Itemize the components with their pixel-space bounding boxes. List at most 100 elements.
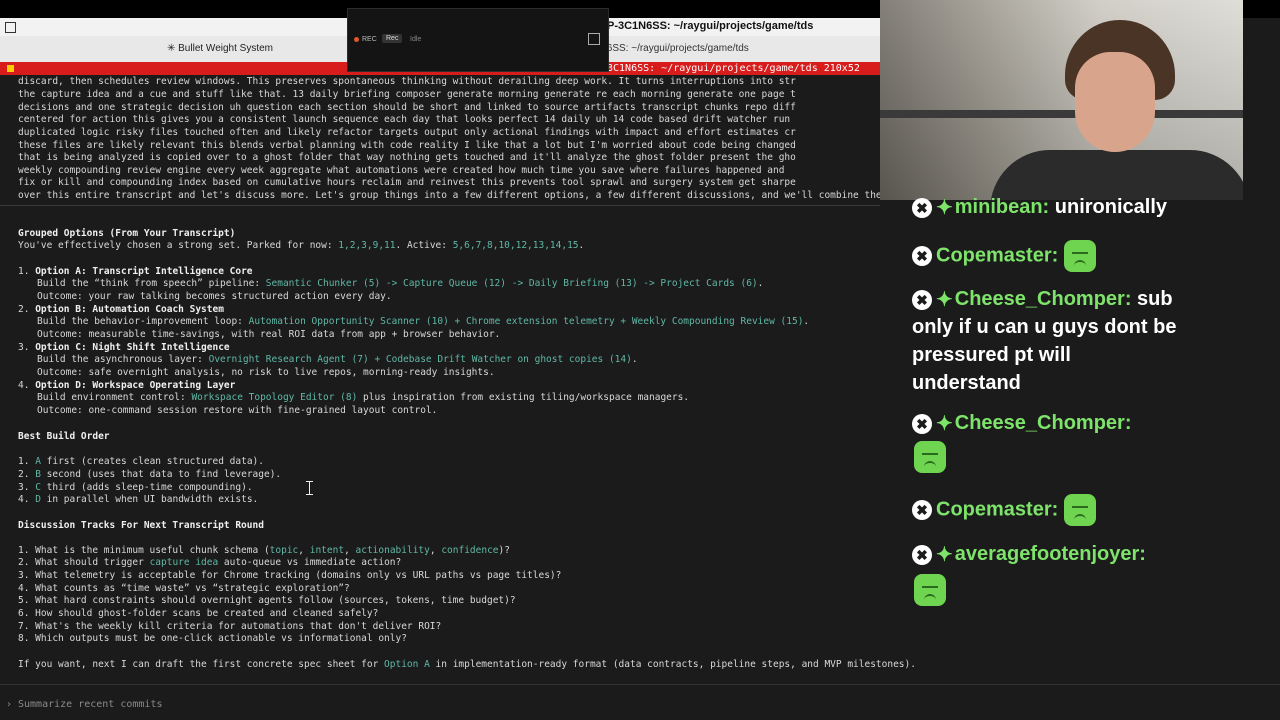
- window-menu-icon[interactable]: [5, 22, 16, 33]
- closing-highlight: Option A: [384, 659, 430, 670]
- rec-mode: Idle: [410, 36, 422, 43]
- active-list: 5,6,7,8,10,12,13,14,15: [452, 240, 579, 251]
- mod-badge-icon: ✖: [912, 413, 932, 434]
- build-text: .: [631, 354, 638, 365]
- option-b-title: Option B: Automation Coach System: [35, 304, 224, 315]
- transcript-line: these files are likely relevant this ble…: [18, 140, 796, 151]
- divider: [0, 205, 880, 206]
- intro-text: You've effectively chosen a strong set. …: [18, 240, 339, 251]
- chat-username: Cheese_Chomper:: [954, 411, 1132, 434]
- closing-text: If you want, next I can draft the first …: [18, 659, 385, 670]
- q-text: 2. What should trigger: [18, 557, 150, 568]
- option-title: 2. Option B: Automation Coach System: [18, 304, 224, 316]
- intro-text: . Active:: [395, 240, 453, 251]
- webcam-person-body: [990, 150, 1243, 200]
- build-text: Build the behavior-improvement loop:: [37, 316, 249, 327]
- mod-badge-icon: ✖: [912, 289, 932, 310]
- option-num: 2.: [18, 304, 30, 315]
- smile-emote-icon: [914, 441, 946, 473]
- discussion-item: 2. What should trigger capture idea auto…: [18, 557, 401, 569]
- build-text: .: [803, 316, 810, 327]
- chat-emote-row: [914, 441, 946, 473]
- rec-button[interactable]: Rec: [382, 34, 403, 43]
- option-title: 3. Option C: Night Shift Intelligence: [18, 342, 230, 354]
- option-outcome: Outcome: one-command session restore wit…: [37, 405, 438, 416]
- prompt-caret-icon: ›: [6, 699, 13, 710]
- build-order-heading: Best Build Order: [18, 431, 110, 442]
- discussion-item: 5. What hard constraints should overnigh…: [18, 595, 516, 606]
- chat-overlay: ✖ ✦ minibean: unironically ✖ Copemaster: ✖ ✦…: [880, 196, 1280, 684]
- session-indicator-icon: [7, 65, 14, 72]
- chat-message: ✖ Copemaster:: [912, 240, 1097, 272]
- chat-message: ✖ ✦ Cheese_Chomper:: [912, 411, 1131, 436]
- option-num: 1.: [18, 266, 30, 277]
- build-highlight: Semantic Chunker (5) -> Capture Queue (1…: [265, 278, 758, 289]
- chat-message: ✖ Copemaster:: [912, 494, 1097, 526]
- chat-emote-row: [914, 574, 946, 606]
- chat-message: ✖ ✦ minibean: unironically: [912, 195, 1167, 220]
- item-text: in parallel when UI bandwidth exists.: [40, 494, 259, 505]
- chat-username: Copemaster:: [936, 244, 1059, 267]
- item-text: third (adds sleep-time compounding).: [40, 482, 253, 493]
- build-highlight: Automation Opportunity Scanner (10) + Ch…: [248, 316, 804, 327]
- fullscreen-icon[interactable]: [588, 33, 600, 45]
- build-order-item: 3. C third (adds sleep-time compounding)…: [18, 482, 253, 494]
- window-title: P-3C1N6SS: ~/raygui/projects/game/tds: [607, 20, 814, 32]
- q-text: 1. What is the minimum useful chunk sche…: [18, 545, 270, 556]
- option-a-title: Option A: Transcript Intelligence Core: [35, 266, 253, 277]
- build-highlight: Overnight Research Agent (7) + Codebase …: [208, 354, 632, 365]
- chat-text: sub: [1137, 287, 1173, 310]
- item-num: 4.: [18, 494, 30, 505]
- transcript-line: that is being analyzed is copied over to…: [18, 152, 796, 163]
- discussion-item: 3. What telemetry is acceptable for Chro…: [18, 570, 562, 581]
- sub-star-icon: ✦: [936, 413, 953, 435]
- option-outcome: Outcome: your raw talking becomes struct…: [37, 291, 392, 302]
- item-num: 2.: [18, 469, 30, 480]
- option-num: 4.: [18, 380, 30, 391]
- prompt-input[interactable]: [16, 695, 620, 713]
- transcript-line: fix or kill and compounding index based …: [18, 177, 796, 188]
- mod-badge-icon: ✖: [912, 246, 932, 266]
- option-title: 4. Option D: Workspace Operating Layer: [18, 380, 235, 392]
- recorder-overlay: REC Rec Idle: [347, 8, 609, 72]
- q-text: auto-queue vs immediate action?: [218, 557, 402, 568]
- record-dot-icon: [354, 37, 359, 42]
- transcript-line: the capture idea and a cue and stuff lik…: [18, 89, 796, 100]
- parked-list: 1,2,3,9,11: [338, 240, 396, 251]
- build-text: plus inspiration from existing tiling/wo…: [357, 392, 690, 403]
- mod-badge-icon: ✖: [912, 197, 932, 218]
- transcript-line: duplicated logic risky files touched oft…: [18, 127, 796, 138]
- build-order-item: 1. A first (creates clean structured dat…: [18, 456, 264, 468]
- transcript-line: decisions and one strategic decision uh …: [18, 102, 796, 113]
- sad-emote-icon: [1064, 494, 1097, 526]
- chat-text-continued: only if u can u guys dont be: [912, 316, 1177, 338]
- webcam-person-face: [1075, 52, 1155, 152]
- q-text: )?: [498, 545, 510, 556]
- discussion-item: 6. How should ghost-folder scans be crea…: [18, 608, 379, 619]
- q-highlight: capture idea: [149, 557, 219, 568]
- build-order-item: 4. D in parallel when UI bandwidth exist…: [18, 494, 258, 506]
- build-text: Build the “think from speech” pipeline:: [37, 278, 266, 289]
- build-highlight: Workspace Topology Editor (8): [191, 392, 358, 403]
- closing-text: in implementation-ready format (data con…: [429, 659, 916, 670]
- item-num: 1.: [18, 456, 30, 467]
- discussion-item: 7. What's the weekly kill criteria for a…: [18, 621, 442, 632]
- intro-text: .: [578, 240, 585, 251]
- chat-username: Cheese_Chomper:: [954, 287, 1132, 310]
- q-highlight: actionability: [355, 545, 430, 556]
- grouped-heading: Grouped Options (From Your Transcript): [18, 228, 236, 239]
- discussion-item: 4. What counts as “time waste” vs “strat…: [18, 583, 350, 594]
- discussion-heading: Discussion Tracks For Next Transcript Ro…: [18, 520, 264, 531]
- sub-star-icon: ✦: [936, 544, 953, 566]
- rec-status: REC: [362, 36, 377, 43]
- build-order-item: 2. B second (uses that data to find leve…: [18, 469, 281, 481]
- item-text: first (creates clean structured data).: [40, 456, 264, 467]
- transcript-line: discard, then schedules review windows. …: [18, 76, 796, 87]
- chat-text: unironically: [1054, 195, 1168, 218]
- discussion-item: 1. What is the minimum useful chunk sche…: [18, 545, 510, 556]
- text-cursor-icon: [306, 481, 314, 495]
- webcam-overlay: [880, 0, 1243, 200]
- option-build: Build the behavior-improvement loop: Aut…: [37, 316, 809, 328]
- mod-badge-icon: ✖: [912, 544, 932, 565]
- smile-emote-icon: [914, 574, 946, 606]
